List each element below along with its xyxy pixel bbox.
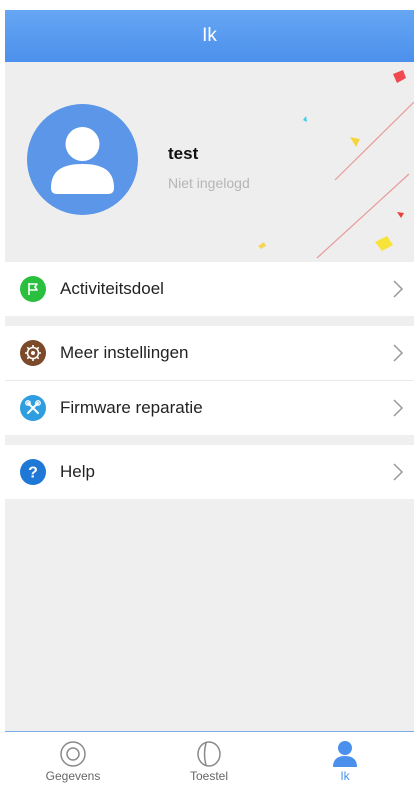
person-icon xyxy=(333,741,357,767)
avatar[interactable] xyxy=(27,104,138,215)
tab-gegevens[interactable]: Gegevens xyxy=(5,732,141,785)
chevron-right-icon xyxy=(393,399,404,417)
person-icon xyxy=(51,127,114,194)
menu-item-label: Meer instellingen xyxy=(60,343,189,362)
menu-item-activity-goal[interactable]: Activiteitsdoel xyxy=(5,262,414,316)
device-icon xyxy=(197,741,221,767)
username: test xyxy=(168,144,199,163)
chevron-right-icon xyxy=(393,280,404,298)
tab-label: Ik xyxy=(340,769,350,783)
question-icon: ? xyxy=(20,459,46,485)
menu-item-firmware-repair[interactable]: Firmware reparatie xyxy=(5,381,414,435)
profile-header[interactable]: test Niet ingelogd xyxy=(5,62,414,262)
flag-icon xyxy=(20,276,46,302)
menu-item-help[interactable]: ? Help xyxy=(5,445,414,499)
bottom-tab-bar: Gegevens Toestel Ik xyxy=(5,731,414,785)
chevron-right-icon xyxy=(393,344,404,362)
tab-toestel[interactable]: Toestel xyxy=(141,732,277,785)
menu-item-label: Firmware reparatie xyxy=(60,398,203,417)
chevron-right-icon xyxy=(393,463,404,481)
target-icon xyxy=(60,741,86,767)
menu-item-label: Help xyxy=(60,462,95,481)
menu-item-label: Activiteitsdoel xyxy=(60,279,164,298)
tab-ik[interactable]: Ik xyxy=(277,732,413,785)
menu-item-more-settings[interactable]: Meer instellingen xyxy=(5,326,414,380)
svg-text:?: ? xyxy=(28,465,38,482)
login-status[interactable]: Niet ingelogd xyxy=(168,175,250,191)
gear-icon xyxy=(20,340,46,366)
wrench-screwdriver-icon xyxy=(20,395,46,421)
app-screen: Ik test Niet ingelogd Activiteitsdoel Me… xyxy=(5,10,414,785)
tab-label: Toestel xyxy=(189,769,229,783)
title-bar: Ik xyxy=(5,10,414,62)
page-title: Ik xyxy=(202,25,217,46)
tab-label: Gegevens xyxy=(45,769,101,783)
